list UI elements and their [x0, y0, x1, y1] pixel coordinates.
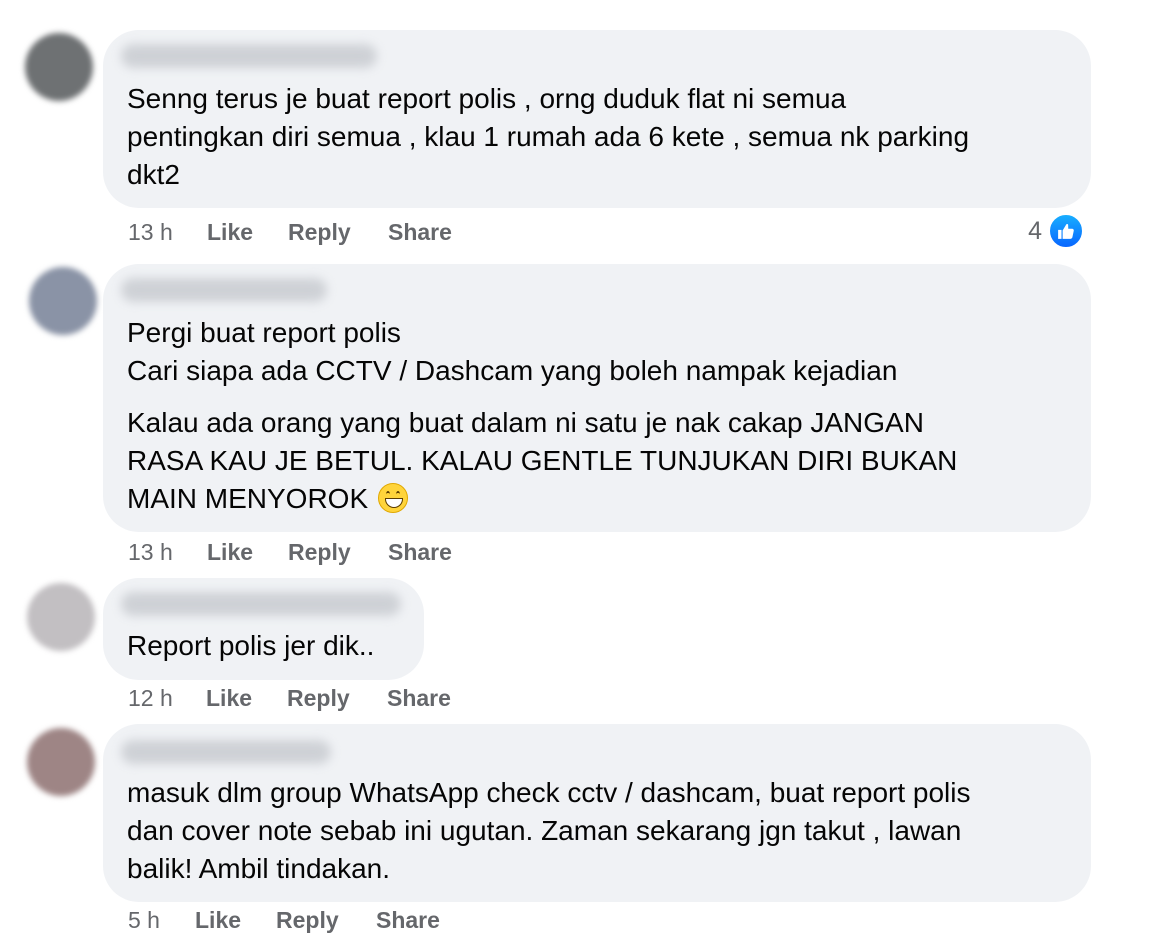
reply-button[interactable]: Reply	[287, 683, 350, 713]
comment-bubble: Report polis jer dik..	[103, 578, 424, 680]
like-button[interactable]: Like	[195, 905, 241, 935]
comment-actions: 5 h Like Reply Share	[128, 905, 528, 935]
avatar[interactable]	[27, 583, 95, 651]
timestamp[interactable]: 12 h	[128, 683, 173, 713]
grinning-face-emoji-icon	[377, 483, 408, 513]
share-button[interactable]: Share	[388, 537, 452, 567]
share-button[interactable]: Share	[388, 217, 452, 247]
author-name-redacted[interactable]	[121, 592, 401, 616]
avatar[interactable]	[29, 267, 97, 335]
comment-actions: 12 h Like Reply Share	[128, 683, 528, 713]
author-name-redacted[interactable]	[121, 740, 331, 764]
avatar[interactable]	[25, 33, 93, 101]
reply-button[interactable]: Reply	[276, 905, 339, 935]
comment-text-line: Kalau ada orang yang buat dalam ni satu …	[127, 407, 958, 514]
comment-text: Pergi buat report polis Cari siapa ada C…	[127, 317, 898, 386]
like-button[interactable]: Like	[207, 537, 253, 567]
share-button[interactable]: Share	[387, 683, 451, 713]
comment-bubble: masuk dlm group WhatsApp check cctv / da…	[103, 724, 1091, 902]
timestamp[interactable]: 5 h	[128, 905, 160, 935]
like-reaction-icon	[1048, 213, 1084, 249]
comment-text: Report polis jer dik..	[127, 630, 375, 661]
avatar[interactable]	[27, 728, 95, 796]
author-name-redacted[interactable]	[121, 278, 327, 302]
comment-text: Kalau ada orang yang buat dalam ni satu …	[127, 404, 957, 518]
comment-bubble: Senng terus je buat report polis , orng …	[103, 30, 1091, 208]
comment-text: masuk dlm group WhatsApp check cctv / da…	[127, 777, 971, 884]
reply-button[interactable]: Reply	[288, 217, 351, 247]
reaction-count: 4	[1028, 217, 1042, 245]
share-button[interactable]: Share	[376, 905, 440, 935]
reaction-summary[interactable]: 4	[1000, 213, 1084, 249]
like-button[interactable]: Like	[206, 683, 252, 713]
comment-actions: 13 h Like Reply Share	[128, 217, 528, 247]
like-button[interactable]: Like	[207, 217, 253, 247]
author-name-redacted[interactable]	[121, 44, 377, 68]
comment-text: Senng terus je buat report polis , orng …	[127, 83, 970, 190]
comment-actions: 13 h Like Reply Share	[128, 537, 528, 567]
timestamp[interactable]: 13 h	[128, 537, 173, 567]
comment-bubble: Pergi buat report polis Cari siapa ada C…	[103, 264, 1091, 532]
timestamp[interactable]: 13 h	[128, 217, 173, 247]
reply-button[interactable]: Reply	[288, 537, 351, 567]
